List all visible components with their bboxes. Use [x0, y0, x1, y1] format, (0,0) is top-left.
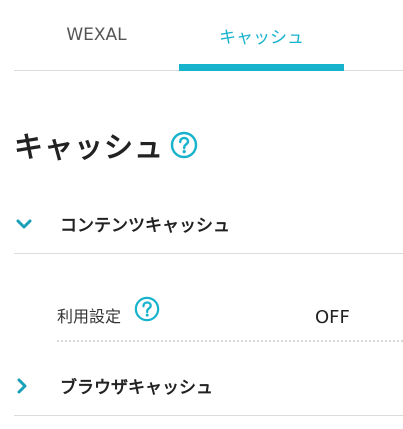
cache-settings-page: WEXAL キャッシュ キャッシュ コンテンツキャッシュ 利用設定 OFF ブラ…: [0, 0, 403, 429]
question-circle-icon[interactable]: [170, 131, 198, 159]
tab-wexal[interactable]: WEXAL: [14, 0, 179, 70]
question-circle-icon[interactable]: [134, 296, 160, 322]
section-label-browser-cache: ブラウザキャッシュ: [60, 378, 213, 398]
page-title: キャッシュ: [14, 130, 165, 164]
section-content-cache[interactable]: コンテンツキャッシュ: [14, 194, 403, 254]
chevron-right-icon: [16, 378, 40, 394]
setting-row-usage: 利用設定 OFF: [57, 290, 403, 342]
chevron-down-icon: [16, 218, 40, 230]
active-tab-indicator: [179, 64, 344, 71]
setting-label-usage: 利用設定: [57, 307, 122, 326]
section-label-content-cache: コンテンツキャッシュ: [60, 216, 230, 236]
tab-bar: WEXAL キャッシュ: [14, 0, 403, 71]
section-browser-cache[interactable]: ブラウザキャッシュ: [14, 356, 403, 416]
usage-toggle-value[interactable]: OFF: [315, 307, 350, 328]
tab-cache[interactable]: キャッシュ: [179, 0, 344, 70]
